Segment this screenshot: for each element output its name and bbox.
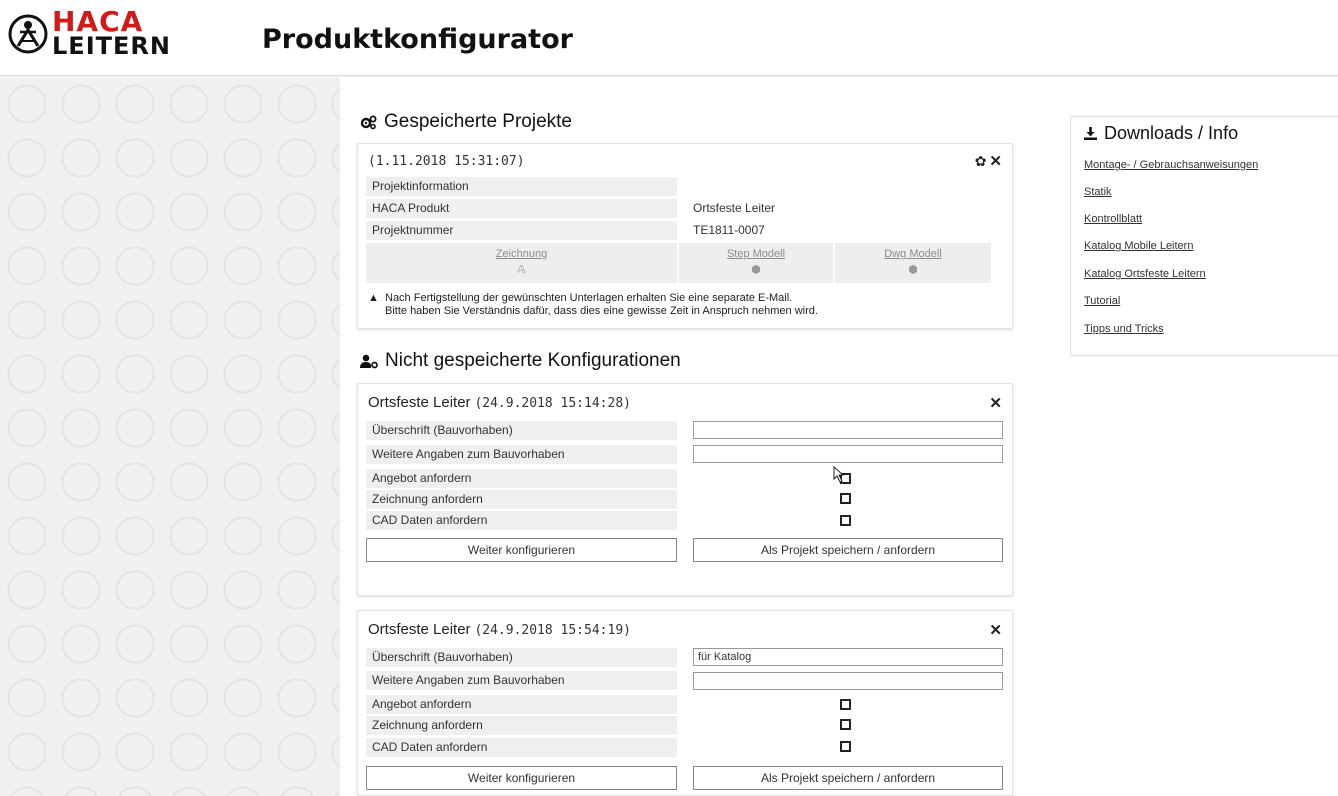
saved-project-card: (1.11.2018 15:31:07) ✿ ✕ Projektinformat… bbox=[357, 143, 1013, 329]
mouse-cursor-icon bbox=[833, 466, 845, 483]
brand-top: HACA bbox=[52, 5, 144, 38]
close-icon[interactable]: ✕ bbox=[989, 394, 1002, 412]
config-card-2: Ortsfeste Leiter (24.9.2018 15:54:19) ✕ … bbox=[357, 610, 1013, 796]
config-1-date: (24.9.2018 15:14:28) bbox=[474, 396, 631, 411]
heading-label: Überschrift (Bauvorhaben) bbox=[366, 421, 677, 440]
project-info-label: Projektinformation bbox=[366, 177, 677, 196]
config-2-actions: ✕ bbox=[989, 621, 1002, 639]
unsaved-configs-title: Nicht gespeicherte Konfigurationen bbox=[360, 350, 681, 372]
drawing-request-checkbox[interactable] bbox=[840, 493, 851, 504]
config-card-1: Ortsfeste Leiter (24.9.2018 15:14:28) ✕ … bbox=[357, 383, 1013, 596]
close-icon[interactable]: ✕ bbox=[989, 621, 1002, 639]
offer-label: Angebot anfordern bbox=[366, 469, 677, 488]
link-catalog-mobile-ladders[interactable]: Katalog Mobile Leitern bbox=[1084, 240, 1193, 252]
page-title: Produktkonfigurator bbox=[262, 24, 573, 55]
download-icon bbox=[1084, 127, 1097, 140]
saved-projects-title-text: Gespeicherte Projekte bbox=[384, 111, 572, 132]
ladder-man-emblem-icon bbox=[8, 14, 48, 54]
downloads-info-panel: Downloads / Info Montage- / Gebrauchsanw… bbox=[1070, 116, 1338, 356]
config-1-name: Ortsfeste Leiter bbox=[368, 394, 471, 411]
config-2-name: Ortsfeste Leiter bbox=[368, 621, 471, 638]
config-1-actions: ✕ bbox=[989, 394, 1002, 412]
gears-icon bbox=[360, 115, 377, 129]
config-1-header: Ortsfeste Leiter (24.9.2018 15:14:28) bbox=[368, 394, 631, 411]
product-value: Ortsfeste Leiter bbox=[693, 201, 776, 215]
heading-input[interactable] bbox=[693, 648, 1003, 666]
link-assembly-instructions[interactable]: Montage- / Gebrauchsanweisungen bbox=[1084, 159, 1258, 171]
product-label: HACA Produkt bbox=[366, 199, 677, 218]
cad-request-label: CAD Daten anfordern bbox=[366, 738, 677, 757]
heading-label: Überschrift (Bauvorhaben) bbox=[366, 648, 677, 667]
notice-line-2: Bitte haben Sie Verständnis dafür, dass … bbox=[385, 305, 818, 317]
drawing-icon: 𝔸 bbox=[517, 264, 526, 276]
download-step-modell[interactable]: Step Modell ⬢ bbox=[679, 243, 833, 283]
notice: ▲ Nach Fertigstellung der gewünschten Un… bbox=[368, 292, 818, 318]
unsaved-configs-title-text: Nicht gespeicherte Konfigurationen bbox=[385, 350, 681, 371]
offer-label: Angebot anfordern bbox=[366, 695, 677, 714]
brand-wordmark: HACA LEITERN bbox=[52, 5, 171, 60]
notice-line-1: Nach Fertigstellung der gewünschten Unte… bbox=[385, 292, 793, 304]
downloads-info-title-text: Downloads / Info bbox=[1104, 123, 1239, 143]
continue-configuring-button[interactable]: Weiter konfigurieren bbox=[366, 538, 677, 562]
saved-projects-title: Gespeicherte Projekte bbox=[360, 111, 572, 133]
details-label: Weitere Angaben zum Bauvorhaben bbox=[366, 671, 677, 690]
link-catalog-fixed-ladders[interactable]: Katalog Ortsfeste Leitern bbox=[1084, 268, 1206, 280]
project-actions: ✿ ✕ bbox=[975, 152, 1002, 171]
brand-bottom: LEITERN bbox=[52, 32, 171, 60]
drawing-request-label: Zeichnung anfordern bbox=[366, 716, 677, 735]
save-project-button[interactable]: Als Projekt speichern / anfordern bbox=[693, 538, 1003, 562]
download-zeichnung-link[interactable]: Zeichnung bbox=[366, 248, 677, 260]
details-input[interactable] bbox=[693, 672, 1003, 690]
project-number-label: Projektnummer bbox=[366, 221, 677, 240]
settings-gear-icon[interactable]: ✿ bbox=[975, 153, 987, 170]
cad-request-checkbox[interactable] bbox=[840, 741, 851, 752]
config-2-date: (24.9.2018 15:54:19) bbox=[474, 623, 631, 638]
close-icon[interactable]: ✕ bbox=[989, 152, 1002, 170]
cad-request-checkbox[interactable] bbox=[840, 515, 851, 526]
project-timestamp: (1.11.2018 15:31:07) bbox=[368, 154, 525, 169]
haca-logo[interactable]: HACA LEITERN bbox=[8, 8, 178, 66]
details-label: Weitere Angaben zum Bauvorhaben bbox=[366, 445, 677, 464]
details-input[interactable] bbox=[693, 445, 1003, 463]
download-step-link[interactable]: Step Modell bbox=[679, 248, 833, 260]
cube-icon: ⬢ bbox=[908, 264, 918, 276]
drawing-request-checkbox[interactable] bbox=[840, 719, 851, 730]
drawing-request-label: Zeichnung anfordern bbox=[366, 490, 677, 509]
save-project-button[interactable]: Als Projekt speichern / anfordern bbox=[693, 766, 1003, 790]
link-control-sheet[interactable]: Kontrollblatt bbox=[1084, 213, 1142, 225]
download-dwg-modell[interactable]: Dwg Modell ⬢ bbox=[835, 243, 991, 283]
link-tutorial[interactable]: Tutorial bbox=[1084, 295, 1120, 307]
downloads-info-title: Downloads / Info bbox=[1083, 123, 1238, 144]
download-zeichnung[interactable]: Zeichnung 𝔸 bbox=[366, 243, 677, 283]
cad-request-label: CAD Daten anfordern bbox=[366, 511, 677, 530]
continue-configuring-button[interactable]: Weiter konfigurieren bbox=[366, 766, 677, 790]
link-statik[interactable]: Statik bbox=[1084, 186, 1112, 198]
download-dwg-link[interactable]: Dwg Modell bbox=[835, 248, 991, 260]
user-gear-icon bbox=[360, 354, 378, 368]
config-2-header: Ortsfeste Leiter (24.9.2018 15:54:19) bbox=[368, 621, 631, 638]
warning-icon: ▲ bbox=[368, 292, 379, 304]
link-tips-and-tricks[interactable]: Tipps und Tricks bbox=[1084, 323, 1164, 335]
cube-icon: ⬢ bbox=[751, 264, 761, 276]
offer-checkbox[interactable] bbox=[840, 699, 851, 710]
project-number-value: TE1811-0007 bbox=[693, 223, 765, 237]
background-pattern bbox=[0, 77, 340, 796]
heading-input[interactable] bbox=[693, 421, 1003, 439]
header: HACA LEITERN Produktkonfigurator bbox=[0, 0, 1338, 76]
